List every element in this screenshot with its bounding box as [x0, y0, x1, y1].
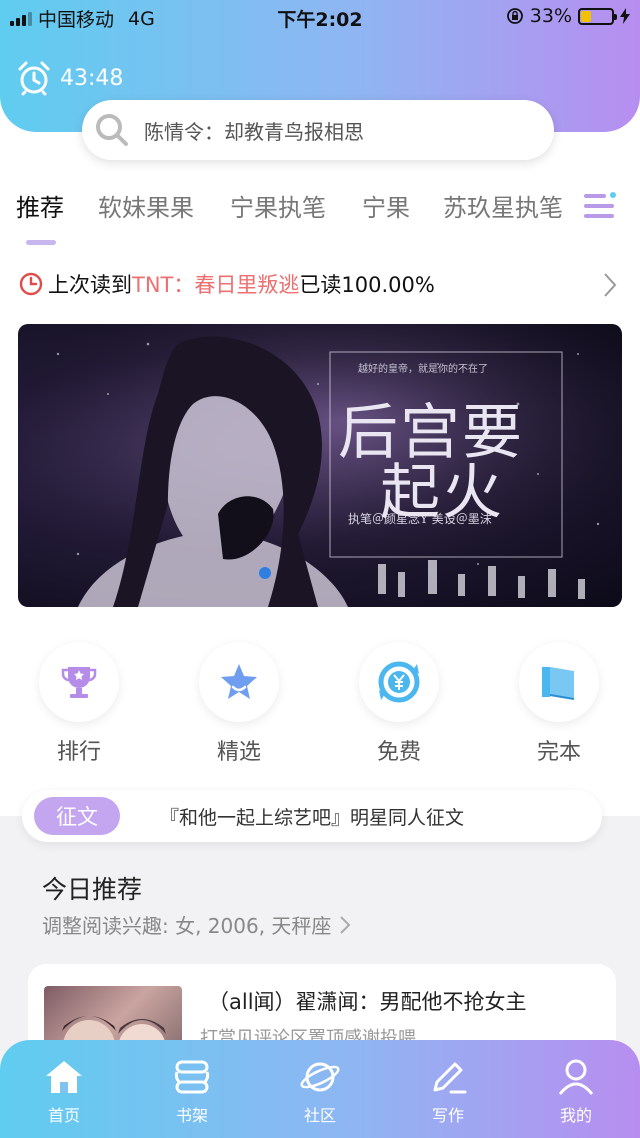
category-free[interactable]: 免费 — [354, 642, 444, 766]
nav-label: 写作 — [431, 1106, 464, 1125]
book-icon — [542, 667, 575, 700]
nav-write[interactable]: 写作 — [403, 1058, 493, 1126]
trophy-icon — [61, 667, 97, 698]
battery-percent: 33% — [529, 5, 572, 27]
nav-label: 书架 — [175, 1106, 208, 1125]
clock-icon — [19, 272, 43, 296]
category-tabs: 推荐 软妹果果 宁果执笔 宁果 苏玖星执笔 — [0, 188, 640, 248]
tab-sujiuxing-zhibi[interactable]: 苏玖星执笔 — [443, 188, 563, 223]
nav-home[interactable]: 首页 — [19, 1058, 109, 1126]
book-title: （all闻）翟潇闻：男配他不抢女主 — [208, 990, 527, 1014]
contest-banner[interactable]: 征文 『和他一起上综艺吧』明星同人征文 — [22, 790, 602, 842]
user-icon — [558, 1059, 594, 1095]
category-label: 免费 — [376, 740, 421, 765]
star-icon — [221, 664, 257, 699]
home-icon — [46, 1061, 82, 1093]
category-featured[interactable]: 精选 — [194, 642, 284, 766]
contest-tag: 征文 — [34, 797, 120, 835]
search-icon — [96, 114, 128, 146]
tab-menu-icon[interactable] — [582, 190, 618, 222]
last-read-bar[interactable]: 上次读到 TNT：春日里叛逃 已读100.00% — [18, 268, 628, 300]
charging-icon — [620, 8, 630, 24]
tab-recommend[interactable]: 推荐 — [16, 188, 64, 223]
nav-label: 社区 — [303, 1106, 336, 1125]
nav-community[interactable]: 社区 — [275, 1058, 365, 1126]
chevron-right-icon — [604, 273, 617, 297]
search-bar[interactable]: 陈情令：却教青鸟报相思 — [82, 100, 554, 160]
active-tab-indicator — [26, 240, 56, 245]
today-recommend-title: 今日推荐 — [42, 875, 143, 904]
banner-tagline: 越好的皇帝，就是你的不在了 — [358, 364, 488, 375]
nav-profile[interactable]: 我的 — [531, 1058, 621, 1126]
nav-bookshelf[interactable]: 书架 — [147, 1058, 237, 1126]
category-ranking[interactable]: 排行 — [34, 642, 124, 766]
nav-label: 我的 — [559, 1106, 592, 1125]
category-label: 完本 — [536, 740, 581, 765]
category-label: 排行 — [56, 740, 101, 765]
last-read-book-title: TNT：春日里叛逃 — [132, 273, 300, 297]
tab-ningguo-zhibi[interactable]: 宁果执笔 — [230, 188, 326, 223]
category-label: 精选 — [216, 740, 261, 765]
featured-banner[interactable]: 越好的皇帝，就是你的不在了 后宫要 起火 执笔＠颜星念Y 美设＠墨沫 — [18, 324, 622, 607]
bottom-navigation: 首页 书架 社区 写作 我的 — [0, 1040, 640, 1138]
banner-credit: 执笔＠颜星念Y 美设＠墨沫 — [348, 512, 492, 526]
planet-icon — [300, 1062, 340, 1092]
reading-timer[interactable]: 43:48 — [16, 60, 123, 96]
status-bar: 中国移动 4G 下午2:02 33% — [0, 0, 640, 34]
pen-icon — [433, 1062, 467, 1094]
carousel-indicator[interactable] — [259, 567, 271, 579]
alarm-clock-icon — [18, 61, 50, 96]
contest-text: 『和他一起上综艺吧』明星同人征文 — [160, 806, 465, 829]
interest-settings-text: 调整阅读兴趣: 女, 2006, 天秤座 — [42, 914, 332, 938]
category-completed[interactable]: 完本 — [514, 642, 604, 766]
last-read-progress: 已读100.00% — [299, 273, 435, 297]
nav-label: 首页 — [47, 1106, 80, 1125]
timer-text: 43:48 — [60, 65, 124, 91]
bookshelf-icon — [174, 1060, 210, 1094]
tab-ningguo[interactable]: 宁果 — [362, 188, 410, 223]
search-placeholder: 陈情令：却教青鸟报相思 — [144, 119, 364, 144]
chevron-right-icon — [340, 915, 351, 934]
banner-artwork — [18, 324, 622, 607]
last-read-prefix: 上次读到 — [48, 273, 132, 297]
interest-settings-link[interactable]: 调整阅读兴趣: 女, 2006, 天秤座 — [42, 910, 351, 939]
tab-ruanmei-guoguo[interactable]: 软妹果果 — [98, 188, 194, 223]
yen-refresh-icon — [378, 661, 420, 703]
battery-icon — [578, 7, 617, 25]
orientation-lock-icon — [506, 8, 523, 24]
